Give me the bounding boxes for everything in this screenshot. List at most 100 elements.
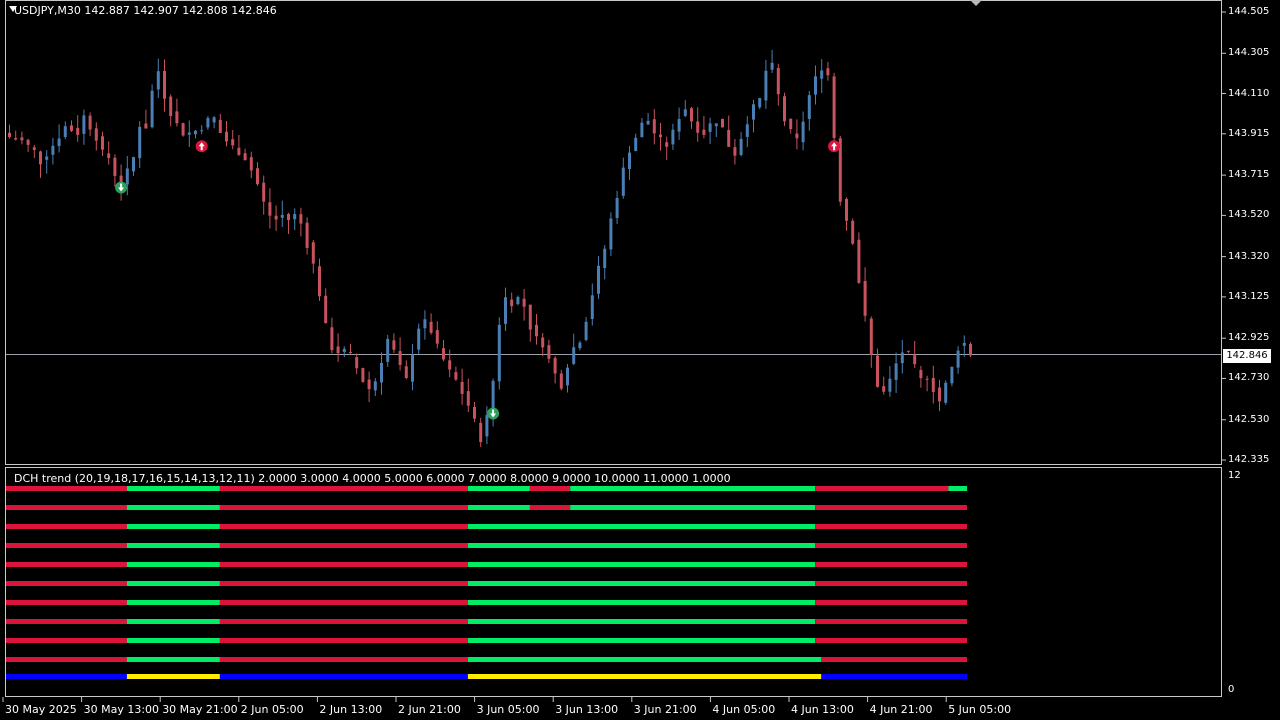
- bull-candle: [714, 123, 718, 127]
- bear-candle: [218, 119, 222, 133]
- indicator-segment-down: [815, 600, 967, 605]
- indicator-segment-down: [815, 524, 967, 529]
- bull-candle: [894, 363, 898, 380]
- indicator-segment-up: [126, 543, 220, 548]
- bear-candle: [652, 119, 656, 134]
- bull-candle: [578, 342, 582, 349]
- time-tick-label: 3 Jun 21:00: [633, 703, 697, 716]
- indicator-segment-down: [219, 543, 468, 548]
- bear-candle: [107, 153, 111, 159]
- bull-candle: [504, 297, 507, 324]
- indicator-segment-down: [815, 562, 967, 567]
- indicator-segment-down: [815, 619, 967, 624]
- indicator-segment-up: [126, 562, 220, 567]
- indicator-segment-up: [467, 638, 816, 643]
- bull-candle: [138, 126, 142, 159]
- indicator-segment-down: [6, 562, 127, 567]
- bear-candle: [225, 131, 228, 142]
- bull-candle: [156, 71, 160, 90]
- bear-candle: [466, 391, 470, 406]
- bear-candle: [776, 68, 780, 95]
- bull-candle: [187, 132, 191, 135]
- indicator-segment-down: [219, 524, 468, 529]
- time-tick-label: 3 Jun 05:00: [476, 703, 540, 716]
- bear-candle: [665, 142, 669, 147]
- indicator-segment-down: [6, 600, 127, 605]
- indicator-scale-bottom: 0: [1228, 684, 1235, 695]
- bull-candle: [411, 354, 414, 382]
- bear-candle: [181, 123, 185, 136]
- indicator-segment-down: [6, 581, 127, 586]
- bull-candle: [82, 115, 86, 134]
- indicator-segment-up: [467, 543, 816, 548]
- bear-candle: [435, 330, 439, 344]
- bear-candle: [404, 366, 408, 379]
- bear-candle: [14, 137, 18, 140]
- bull-candle: [752, 104, 755, 120]
- bear-candle: [869, 318, 873, 355]
- bull-candle: [603, 248, 607, 269]
- bear-candle: [690, 108, 693, 122]
- bear-candle: [559, 373, 563, 389]
- bear-candle: [256, 168, 259, 185]
- bear-candle: [330, 327, 334, 351]
- price-tick-label: 143.715: [1228, 169, 1270, 181]
- bear-candle: [826, 68, 830, 76]
- indicator-segment-up: [467, 562, 816, 567]
- bear-candle: [336, 346, 340, 354]
- bull-candle: [801, 121, 805, 143]
- indicator-segment-down: [6, 638, 127, 643]
- bull-candle: [944, 382, 948, 403]
- indicator-segment-down: [219, 581, 468, 586]
- bull-candle: [200, 130, 204, 132]
- bear-candle: [789, 118, 793, 130]
- bull-candle: [293, 214, 297, 220]
- bull-candle: [386, 338, 390, 362]
- bear-candle: [925, 378, 929, 380]
- indicator-segment-up: [126, 638, 220, 643]
- indicator-segment-down: [815, 505, 967, 510]
- bear-candle: [851, 220, 855, 244]
- indicator-segment-blue: [821, 674, 967, 679]
- indicator-segment-down: [219, 486, 468, 491]
- bear-candle: [721, 118, 724, 128]
- time-tick-label: 2 Jun 21:00: [398, 703, 461, 716]
- bear-candle: [287, 213, 290, 220]
- bear-candle: [882, 386, 886, 392]
- price-tick-label: 142.730: [1228, 372, 1270, 384]
- chart-shift-marker-icon[interactable]: [970, 0, 982, 6]
- indicator-segment-up: [126, 657, 220, 662]
- price-tick-label: 144.110: [1228, 87, 1270, 99]
- bull-candle: [212, 117, 216, 123]
- bull-candle: [584, 321, 588, 340]
- time-tick-label: 5 Jun 05:00: [948, 703, 1012, 716]
- bull-candle: [497, 324, 501, 382]
- indicator-title: DCH trend (20,19,18,17,16,15,14,13,12,11…: [14, 472, 731, 485]
- bull-candle: [745, 124, 749, 137]
- bull-candle: [900, 352, 904, 364]
- bear-candle: [429, 321, 433, 333]
- trading-terminal-chart: USDJPY,M30 142.887 142.907 142.808 142.8…: [0, 0, 1280, 720]
- bull-candle: [125, 168, 129, 185]
- bear-candle: [355, 357, 359, 369]
- bull-candle: [962, 342, 966, 346]
- price-tick-label: 143.915: [1228, 127, 1270, 139]
- bull-candle: [194, 130, 197, 135]
- bear-candle: [20, 137, 24, 141]
- bull-candle: [888, 378, 892, 392]
- time-tick-label: 30 May 2025: [5, 703, 77, 716]
- bull-candle: [677, 118, 681, 132]
- bear-candle: [553, 358, 557, 374]
- indicator-segment-down: [6, 619, 127, 624]
- bear-candle: [473, 406, 476, 419]
- bear-candle: [101, 136, 104, 150]
- bear-candle: [237, 147, 241, 155]
- indicator-scale-top: 12: [1228, 470, 1241, 481]
- bear-candle: [262, 182, 266, 202]
- price-tick-label: 143.520: [1228, 209, 1270, 221]
- indicator-segment-down: [6, 657, 127, 662]
- bear-candle: [169, 96, 173, 117]
- indicator-segment-down: [219, 657, 468, 662]
- indicator-segment-down: [219, 600, 468, 605]
- indicator-segment-down: [219, 562, 468, 567]
